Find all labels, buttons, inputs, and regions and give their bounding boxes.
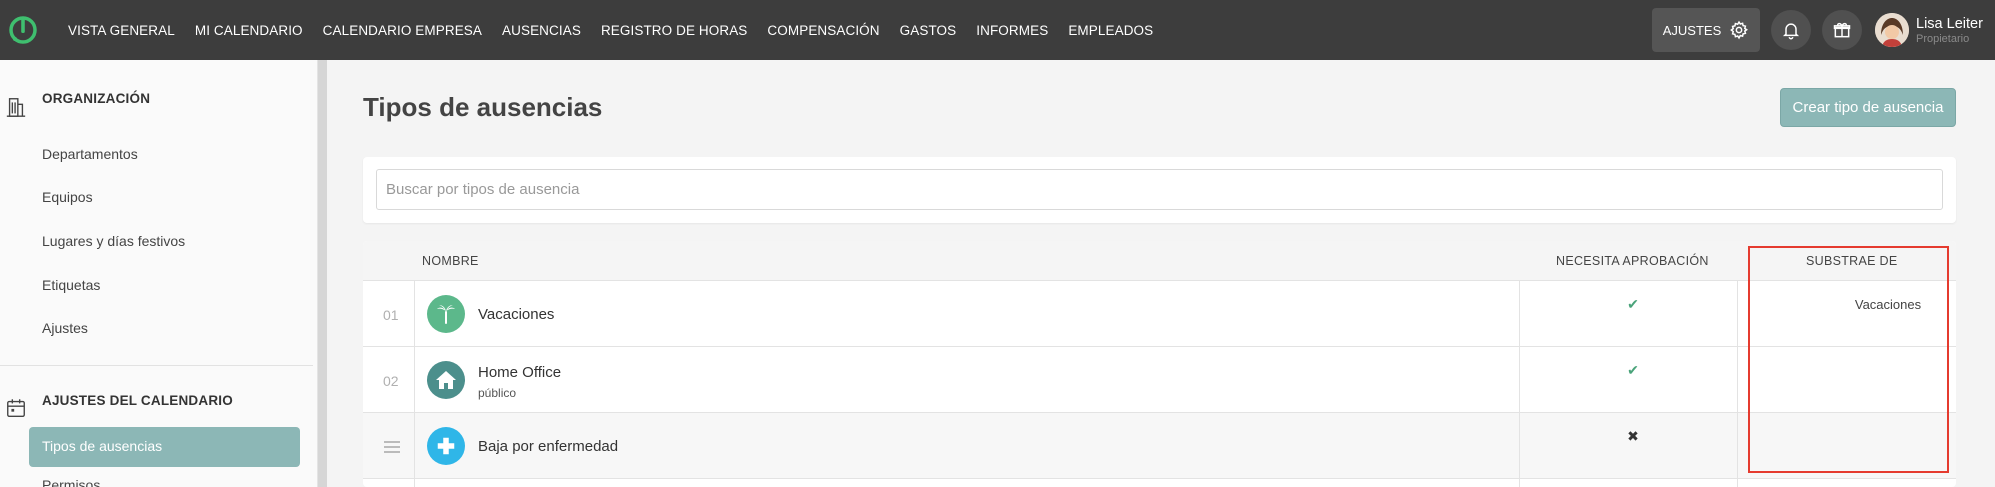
main-nav: VISTA GENERAL MI CALENDARIO CALENDARIO E… <box>58 0 1163 60</box>
bell-icon <box>1782 23 1800 40</box>
approval-cross-icon: ✖ <box>1627 428 1639 444</box>
user-avatar-icon <box>1875 13 1909 47</box>
search-card <box>363 157 1956 223</box>
gift-button[interactable] <box>1822 10 1862 50</box>
absence-type-name[interactable]: Vacaciones <box>478 306 554 323</box>
sidebar-divider <box>0 365 313 366</box>
nav-item-empleados[interactable]: EMPLEADOS <box>1068 23 1153 38</box>
create-absence-type-button[interactable]: Crear tipo de ausencia <box>1780 88 1956 127</box>
top-navigation-bar: VISTA GENERAL MI CALENDARIO CALENDARIO E… <box>0 0 1995 60</box>
nav-item-mi-calendario[interactable]: MI CALENDARIO <box>195 23 303 38</box>
row-index: 01 <box>383 307 399 323</box>
drag-handle-icon[interactable] <box>384 441 400 456</box>
avatar[interactable] <box>1875 13 1909 47</box>
sidebar-item-tipos-de-ausencias[interactable]: Tipos de ausencias <box>29 427 300 467</box>
sidebar-item-ajustes[interactable]: Ajustes <box>42 320 88 336</box>
column-header-name[interactable]: NOMBRE <box>422 254 479 268</box>
subtract-from-value: Vacaciones <box>1854 297 1922 312</box>
calendar-icon <box>7 399 25 417</box>
nav-item-registro-de-horas[interactable]: REGISTRO DE HORAS <box>601 23 747 38</box>
medical-cross-icon <box>427 427 465 465</box>
row-index: 02 <box>383 373 399 389</box>
column-divider <box>1737 281 1738 487</box>
table-row[interactable]: 01 Vacaciones ✔ Vacaciones <box>363 281 1956 347</box>
table-row[interactable]: 02 Home Office público ✔ <box>363 347 1956 413</box>
notifications-button[interactable] <box>1771 10 1811 50</box>
absence-type-name[interactable]: Home Office <box>478 364 561 381</box>
user-role: Propietario <box>1916 33 1970 45</box>
sidebar-item-label: Tipos de ausencias <box>42 438 163 454</box>
column-header-subtract[interactable]: SUBSTRAE DE <box>1806 254 1898 268</box>
table-row[interactable]: Baja por enfermedad ✖ <box>363 413 1956 479</box>
settings-label: AJUSTES <box>1662 22 1722 38</box>
sidebar-section-title: ORGANIZACIÓN <box>42 90 151 106</box>
user-name[interactable]: Lisa Leiter <box>1916 16 1983 32</box>
absence-types-table: NOMBRE NECESITA APROBACIÓN SUBSTRAE DE 0… <box>363 241 1956 487</box>
gift-icon <box>1833 22 1851 38</box>
house-icon <box>427 361 465 399</box>
page-title: Tipos de ausencias <box>363 92 603 122</box>
sidebar-item-lugares[interactable]: Lugares y días festivos <box>42 233 185 249</box>
nav-item-gastos[interactable]: GASTOS <box>900 23 957 38</box>
sidebar-scrollbar[interactable] <box>318 60 327 487</box>
search-input[interactable] <box>376 169 1943 210</box>
absence-type-visibility: público <box>478 386 517 400</box>
approval-check-icon: ✔ <box>1627 362 1639 378</box>
column-divider <box>1519 281 1520 487</box>
app-logo-icon[interactable] <box>7 13 39 45</box>
sidebar-item-equipos[interactable]: Equipos <box>42 189 93 205</box>
nav-item-compensacion[interactable]: COMPENSACIÓN <box>767 23 879 38</box>
column-header-approval[interactable]: NECESITA APROBACIÓN <box>1556 254 1709 268</box>
sidebar-item-permisos[interactable]: Permisos <box>42 477 100 487</box>
sidebar: ORGANIZACIÓN Departamentos Equipos Lugar… <box>0 60 318 487</box>
settings-button[interactable]: AJUSTES <box>1652 8 1760 52</box>
column-divider <box>414 281 415 487</box>
nav-item-calendario-empresa[interactable]: CALENDARIO EMPRESA <box>323 23 482 38</box>
sidebar-item-etiquetas[interactable]: Etiquetas <box>42 277 100 293</box>
nav-item-informes[interactable]: INFORMES <box>976 23 1048 38</box>
nav-item-ausencias[interactable]: AUSENCIAS <box>502 23 581 38</box>
absence-type-name[interactable]: Baja por enfermedad <box>478 438 618 455</box>
gear-icon <box>1730 20 1749 40</box>
building-icon <box>6 98 26 117</box>
table-header: NOMBRE NECESITA APROBACIÓN SUBSTRAE DE <box>363 241 1956 281</box>
approval-check-icon: ✔ <box>1627 296 1639 312</box>
sidebar-item-departamentos[interactable]: Departamentos <box>42 146 138 162</box>
sidebar-section-title: AJUSTES DEL CALENDARIO <box>42 392 233 408</box>
nav-item-vista-general[interactable]: VISTA GENERAL <box>68 23 175 38</box>
palm-tree-icon <box>427 295 465 333</box>
